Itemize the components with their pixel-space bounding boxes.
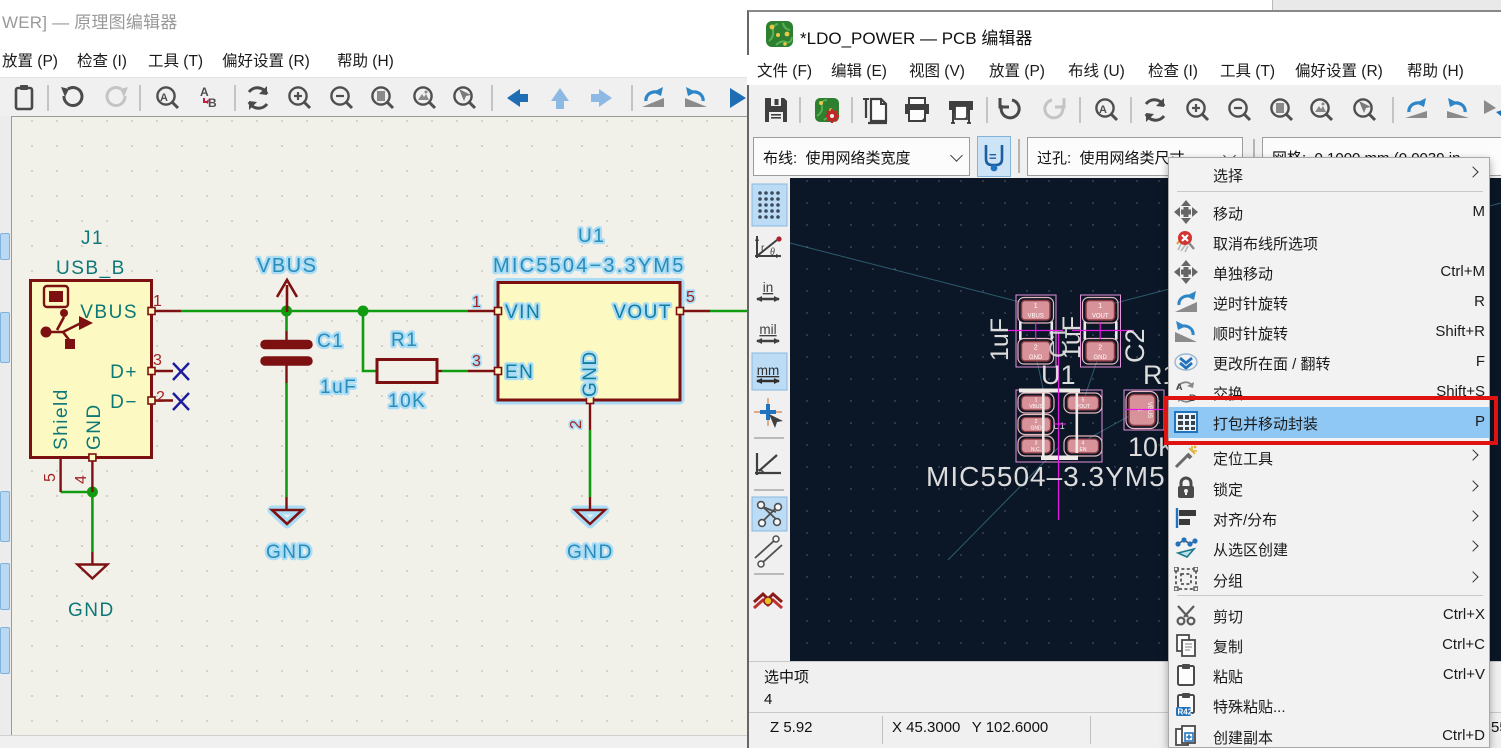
svg-text:1: 1 — [1035, 398, 1038, 404]
svg-text:2: 2 — [568, 420, 585, 429]
svg-text:GND: GND — [68, 600, 115, 621]
svg-text:1: 1 — [153, 293, 162, 310]
svg-text:N.C.: N.C. — [1031, 447, 1041, 453]
svg-text:GND: GND — [1094, 355, 1108, 361]
svg-text:MIC5504–3.3YM5: MIC5504–3.3YM5 — [926, 461, 1166, 492]
svg-text:USB_B: USB_B — [56, 258, 126, 279]
svg-text:R42: R42 — [1178, 708, 1193, 717]
svg-text:GND: GND — [567, 542, 614, 563]
svg-text:VBUS: VBUS — [257, 255, 317, 277]
svg-text:A: A — [1176, 382, 1183, 392]
svg-text:VBUS: VBUS — [80, 302, 138, 323]
svg-text:=: = — [989, 149, 997, 164]
svg-text:VOUT: VOUT — [613, 302, 672, 323]
svg-text:θ: θ — [770, 247, 775, 258]
svg-text:D−: D− — [110, 392, 138, 413]
svg-text:A: A — [160, 92, 168, 104]
svg-text:GND: GND — [84, 403, 105, 450]
svg-text:U1: U1 — [1041, 360, 1076, 390]
svg-text:EN: EN — [505, 362, 534, 383]
svg-text:mil: mil — [759, 322, 776, 337]
svg-text:mm: mm — [757, 363, 780, 378]
svg-text:C2: C2 — [1120, 328, 1150, 363]
svg-text:GND: GND — [580, 350, 601, 397]
svg-text:r: r — [761, 243, 765, 254]
svg-text:B: B — [208, 96, 217, 110]
svg-text:5: 5 — [42, 473, 59, 482]
svg-text:1uF: 1uF — [320, 377, 357, 398]
svg-text:A: A — [1099, 104, 1107, 116]
svg-text:2: 2 — [1034, 345, 1038, 352]
svg-text:1: 1 — [1098, 303, 1102, 310]
svg-text:MIC5504−3.3YM5: MIC5504−3.3YM5 — [493, 255, 686, 277]
svg-text:VBUS: VBUS — [1029, 404, 1043, 410]
svg-text:VOUT: VOUT — [1092, 314, 1109, 320]
svg-text:C1: C1 — [317, 331, 344, 352]
svg-text:10K: 10K — [388, 391, 426, 412]
svg-text:2: 2 — [1035, 419, 1038, 425]
svg-text:Shield: Shield — [51, 388, 72, 450]
svg-text:U1: U1 — [578, 226, 605, 247]
svg-text:R1: R1 — [391, 330, 418, 351]
svg-text:VIN: VIN — [505, 302, 541, 323]
svg-text:2: 2 — [156, 389, 165, 406]
svg-text:5: 5 — [1082, 398, 1085, 404]
svg-text:D+: D+ — [110, 362, 138, 383]
svg-text:1: 1 — [472, 294, 481, 311]
svg-text:GND: GND — [266, 542, 313, 563]
svg-text:VOUT: VOUT — [1076, 404, 1090, 410]
svg-text:VBUS: VBUS — [1028, 314, 1044, 320]
svg-text:3: 3 — [153, 352, 162, 369]
svg-text:1uF: 1uF — [986, 318, 1014, 361]
svg-text:in: in — [763, 280, 774, 295]
svg-text:1: 1 — [1034, 303, 1038, 310]
svg-text:EN: EN — [1080, 447, 1087, 453]
svg-text:GND: GND — [1030, 426, 1042, 432]
svg-text:2: 2 — [1098, 345, 1102, 352]
svg-text:J1: J1 — [81, 228, 104, 249]
svg-text:5: 5 — [686, 289, 695, 306]
svg-text:3: 3 — [1035, 441, 1038, 447]
svg-text:4: 4 — [73, 475, 90, 484]
svg-text:3: 3 — [472, 353, 481, 370]
svg-text:4: 4 — [1082, 441, 1085, 447]
svg-text:C1: C1 — [1045, 326, 1073, 358]
